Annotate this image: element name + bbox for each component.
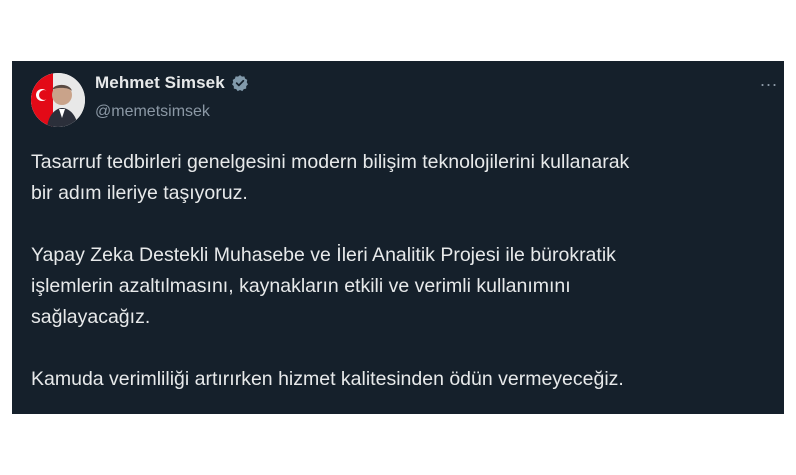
tweet-paragraph: Yapay Zeka Destekli Muhasebe ve İleri An… xyxy=(31,240,771,333)
tweet-line: bir adım ileriye taşıyoruz. xyxy=(31,182,248,204)
avatar[interactable] xyxy=(31,73,85,127)
tweet-line: Yapay Zeka Destekli Muhasebe ve İleri An… xyxy=(31,244,616,266)
tweet-line: Kamuda verimliliği artırırken hizmet kal… xyxy=(31,368,624,390)
tweet-text: Tasarruf tedbirleri genelgesini modern b… xyxy=(31,147,771,395)
tweet-paragraph: Kamuda verimliliği artırırken hizmet kal… xyxy=(31,364,771,395)
author-handle[interactable]: @memetsimsek xyxy=(95,103,210,121)
tweet-line: işlemlerin azaltılmasını, kaynakların et… xyxy=(31,275,571,297)
author-name[interactable]: Mehmet Simsek xyxy=(95,73,225,93)
more-options-icon[interactable]: ... xyxy=(760,71,778,89)
tweet-line: Tasarruf tedbirleri genelgesini modern b… xyxy=(31,151,630,173)
tweet-line: sağlayacağız. xyxy=(31,306,151,328)
tweet-card: Mehmet Simsek @memetsimsek ... Tasarruf … xyxy=(12,61,784,414)
author-row: Mehmet Simsek xyxy=(95,73,249,93)
verified-badge-icon xyxy=(231,74,249,92)
tweet-paragraph: Tasarruf tedbirleri genelgesini modern b… xyxy=(31,147,771,209)
